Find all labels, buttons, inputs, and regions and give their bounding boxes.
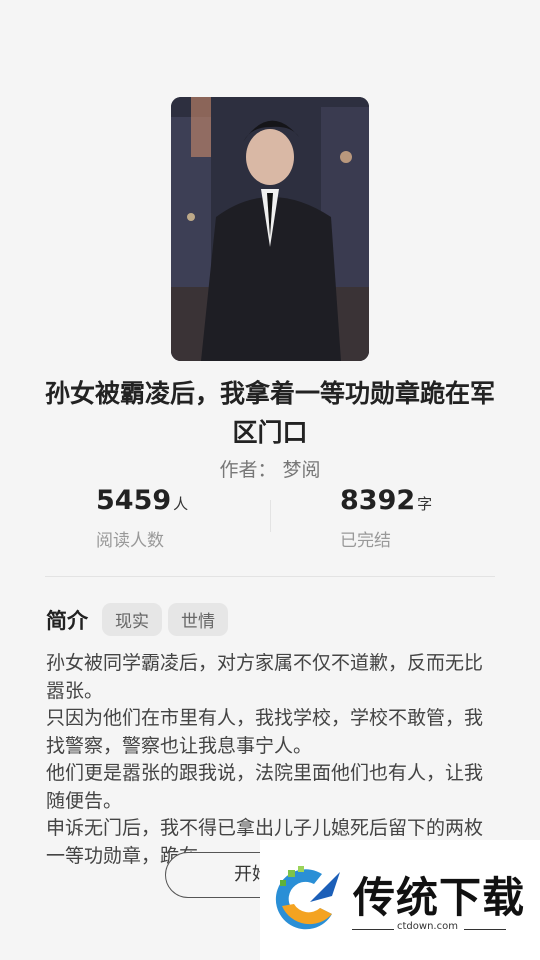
section-divider xyxy=(45,576,495,577)
book-cover xyxy=(171,97,369,361)
stat-readers-value: 5459 xyxy=(96,485,172,516)
intro-heading: 简介 xyxy=(46,608,88,633)
tag-realistic[interactable]: 现实 xyxy=(102,603,162,636)
stat-words-value: 8392 xyxy=(340,485,416,516)
stats-divider xyxy=(270,500,271,532)
stat-words: 8392 字 已完结 xyxy=(340,485,432,551)
book-title: 孙女被霸凌后，我拿着一等功勋章跪在军区门口 xyxy=(44,379,495,447)
intro-text: 孙女被同学霸凌后，对方家属不仅不道歉，反而无比嚣张。 只因为他们在市里有人，我找… xyxy=(46,652,484,865)
author-name[interactable]: 梦阅 xyxy=(283,459,321,481)
watermark-url: ctdown.com xyxy=(397,921,458,932)
watermark-brand: 传统下载 xyxy=(353,873,526,922)
watermark-logo-icon xyxy=(275,866,340,930)
stat-readers-label: 阅读人数 xyxy=(96,531,164,551)
stat-readers: 5459 人 阅读人数 xyxy=(96,485,188,551)
stat-status-label: 已完结 xyxy=(340,531,391,551)
intro-header: 简介 现实 世情 xyxy=(46,603,234,636)
tag-society[interactable]: 世情 xyxy=(168,603,228,636)
watermark: 传统下载 ctdown.com xyxy=(260,840,540,960)
stat-readers-unit: 人 xyxy=(173,495,189,513)
watermark-rule-right xyxy=(464,929,506,930)
watermark-rule-left xyxy=(352,929,394,930)
author-label: 作者： xyxy=(219,459,277,481)
author-line[interactable]: 作者： 梦阅 xyxy=(0,455,540,482)
stat-words-unit: 字 xyxy=(417,495,433,513)
